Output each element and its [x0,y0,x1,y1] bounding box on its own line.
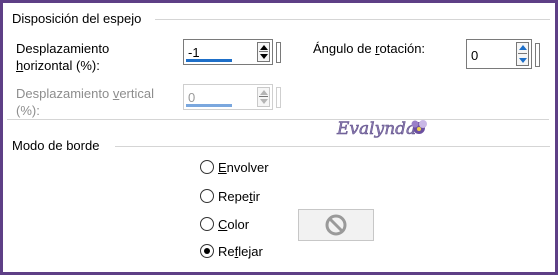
h-offset-label-rest: orizontal (%): [23,58,100,73]
v-offset-label-line1: Desplazamiento vertical [16,85,154,102]
radio-repetir-label[interactable]: Repetir [218,188,260,206]
v-offset-label-pre: Desplazamiento [16,86,113,101]
radio-color-button[interactable] [200,217,214,231]
label-pre: Re [218,244,235,259]
v-offset-label-line2: (%): [16,103,40,118]
radio-color-label[interactable]: Color [218,216,249,234]
mnemonic: E [218,160,227,175]
spin-up-icon[interactable] [519,45,527,50]
spin-divider [518,53,527,54]
label-rest: ir [252,189,260,204]
rotation-spinner[interactable]: 0 [466,39,532,69]
h-offset-slider-button[interactable] [276,42,281,63]
v-offset-label: Desplazamiento vertical (%): [16,85,154,119]
h-offset-slider-bar[interactable] [186,59,232,62]
radio-reflejar-button[interactable] [200,244,214,258]
h-offset-spinner[interactable]: -1 [183,39,273,65]
watermark-text: Evalynda [336,119,416,139]
radio-repetir-button[interactable] [200,189,214,203]
spin-divider [259,51,268,52]
h-offset-spin-arrows[interactable] [257,42,270,62]
mirror-dialog: Disposición del espejo Desplazamiento ho… [3,3,555,272]
label-rest: lejar [238,244,263,259]
border-color-swatch[interactable] [298,209,374,241]
rotation-label-post: otación: [379,41,426,56]
radio-reflejar-label[interactable]: Reflejar [218,243,263,261]
label-rest: olor [227,217,250,232]
h-offset-value[interactable]: -1 [188,45,200,60]
h-offset-label-line2: horizontal (%): [16,57,109,74]
spin-down-icon[interactable] [260,99,268,104]
v-offset-value[interactable]: 0 [188,90,195,105]
v-offset-slider-bar[interactable] [186,104,232,107]
label-rest: nvolver [226,160,269,175]
v-offset-spinner[interactable]: 0 [183,84,273,110]
no-color-icon [325,214,347,236]
mnemonic: C [218,217,228,232]
rotation-slider-button[interactable] [535,43,540,67]
spin-down-icon[interactable] [260,54,268,59]
evalynda-watermark-logo: Evalynda [336,119,427,139]
v-offset-slider-button[interactable] [276,87,281,108]
mirror-layout-title-line [155,19,550,20]
rotation-label: Ángulo de rotación: [313,40,425,57]
border-mode-title: Modo de borde [9,138,104,154]
spin-down-icon[interactable] [519,58,527,63]
label-pre: Repe [218,189,250,204]
rotation-spin-arrows[interactable] [516,42,529,66]
radio-envolver-button[interactable] [200,160,214,174]
mirror-layout-title: Disposición del espejo [9,11,146,27]
h-offset-label: Desplazamiento horizontal (%): [16,40,109,74]
h-offset-label-line1: Desplazamiento [16,41,110,56]
spin-up-icon[interactable] [260,45,268,50]
border-mode-title-line [115,146,550,147]
radio-envolver-label[interactable]: Envolver [218,159,269,177]
spin-divider [259,96,268,97]
v-offset-spin-arrows[interactable] [257,87,270,107]
v-offset-label-post: ertical [119,86,155,101]
rotation-value[interactable]: 0 [471,48,478,63]
spin-up-icon[interactable] [260,90,268,95]
rotation-label-pre: Ángulo de [313,41,376,56]
